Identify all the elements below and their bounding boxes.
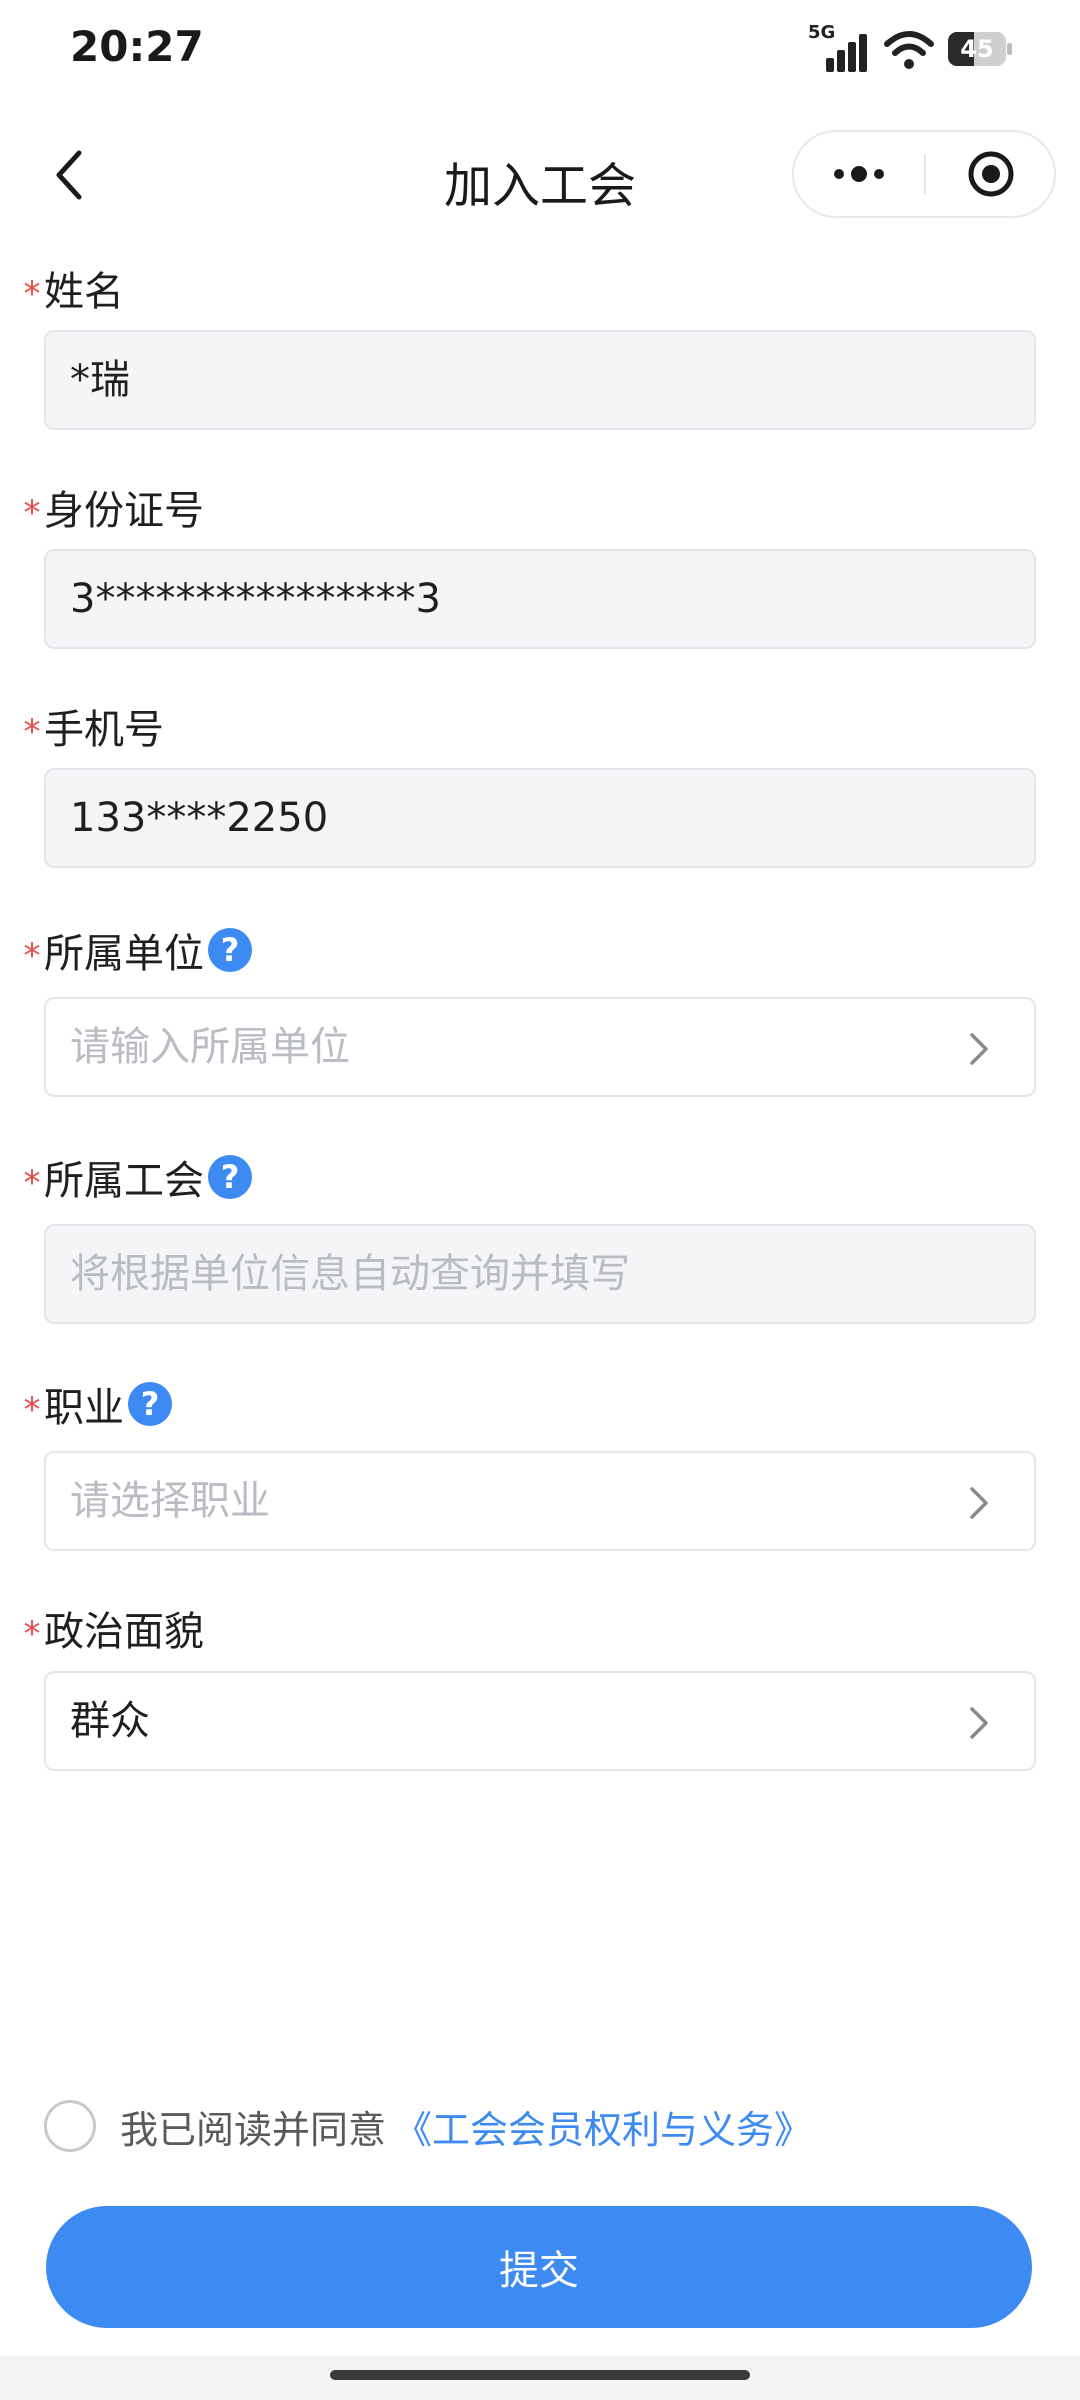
agreement-checkbox[interactable]: [44, 2100, 96, 2152]
wifi-icon: [884, 31, 934, 69]
more-dots-icon: [834, 166, 884, 182]
home-indicator[interactable]: [330, 2370, 750, 2380]
phone-label: 手机号: [44, 707, 164, 753]
status-icons: 5G 45: [808, 22, 1012, 74]
name-value: *瑞: [70, 357, 130, 403]
status-time: 20:27: [70, 22, 204, 71]
id-number-input[interactable]: 3****************3: [44, 549, 1036, 649]
employer-label: 所属单位: [44, 931, 204, 977]
help-icon[interactable]: ?: [128, 1382, 172, 1426]
union-label: 所属工会: [44, 1158, 204, 1204]
phone-input[interactable]: 133****2250: [44, 768, 1036, 868]
agreement-row: 我已阅读并同意 《工会会员权利与义务》: [44, 2098, 812, 2154]
chevron-right-icon: [970, 1033, 988, 1065]
submit-button[interactable]: 提交: [46, 2206, 1032, 2328]
nav-bar: 加入工会: [0, 110, 1080, 240]
join-union-page: 20:27 5G 45 加入工会 * 姓名 *瑞 * 身份证号 3*******…: [0, 0, 1080, 2400]
political-status-value: 群众: [70, 1698, 150, 1744]
target-circle-icon: [968, 151, 1014, 197]
required-asterisk: *: [23, 1163, 41, 1203]
id-number-value: 3****************3: [70, 576, 441, 622]
required-asterisk: *: [23, 493, 41, 533]
help-icon[interactable]: ?: [208, 928, 252, 972]
more-button[interactable]: [794, 132, 924, 216]
agreement-text: 我已阅读并同意: [120, 2107, 387, 2152]
status-bar: 20:27 5G 45: [0, 0, 1080, 100]
chevron-right-icon: [970, 1707, 988, 1739]
cellular-signal-icon: 5G: [808, 22, 870, 72]
required-asterisk: *: [23, 274, 41, 314]
occupation-label: 职业: [44, 1385, 124, 1431]
battery-level: 45: [960, 35, 994, 63]
close-mini-program-button[interactable]: [926, 132, 1056, 216]
employer-placeholder: 请输入所属单位: [70, 1024, 350, 1070]
battery-icon: 45: [948, 32, 1012, 66]
required-asterisk: *: [23, 1614, 41, 1654]
employer-input[interactable]: 请输入所属单位: [44, 997, 1036, 1097]
name-input[interactable]: *瑞: [44, 330, 1036, 430]
union-input: 将根据单位信息自动查询并填写: [44, 1224, 1036, 1324]
occupation-placeholder: 请选择职业: [70, 1478, 270, 1524]
required-asterisk: *: [23, 1390, 41, 1430]
agreement-link[interactable]: 《工会会员权利与义务》: [394, 2099, 812, 2154]
network-type-label: 5G: [808, 22, 836, 43]
political-status-label: 政治面貌: [44, 1609, 204, 1655]
phone-value: 133****2250: [70, 795, 329, 841]
occupation-select[interactable]: 请选择职业: [44, 1451, 1036, 1551]
chevron-right-icon: [970, 1487, 988, 1519]
id-number-label: 身份证号: [44, 488, 204, 534]
required-asterisk: *: [23, 936, 41, 976]
help-icon[interactable]: ?: [208, 1155, 252, 1199]
political-status-select[interactable]: 群众: [44, 1671, 1036, 1771]
required-asterisk: *: [23, 712, 41, 752]
union-placeholder: 将根据单位信息自动查询并填写: [70, 1251, 630, 1297]
mini-program-capsule: [792, 130, 1056, 218]
home-indicator-area: [0, 2356, 1080, 2400]
name-label: 姓名: [44, 269, 124, 315]
